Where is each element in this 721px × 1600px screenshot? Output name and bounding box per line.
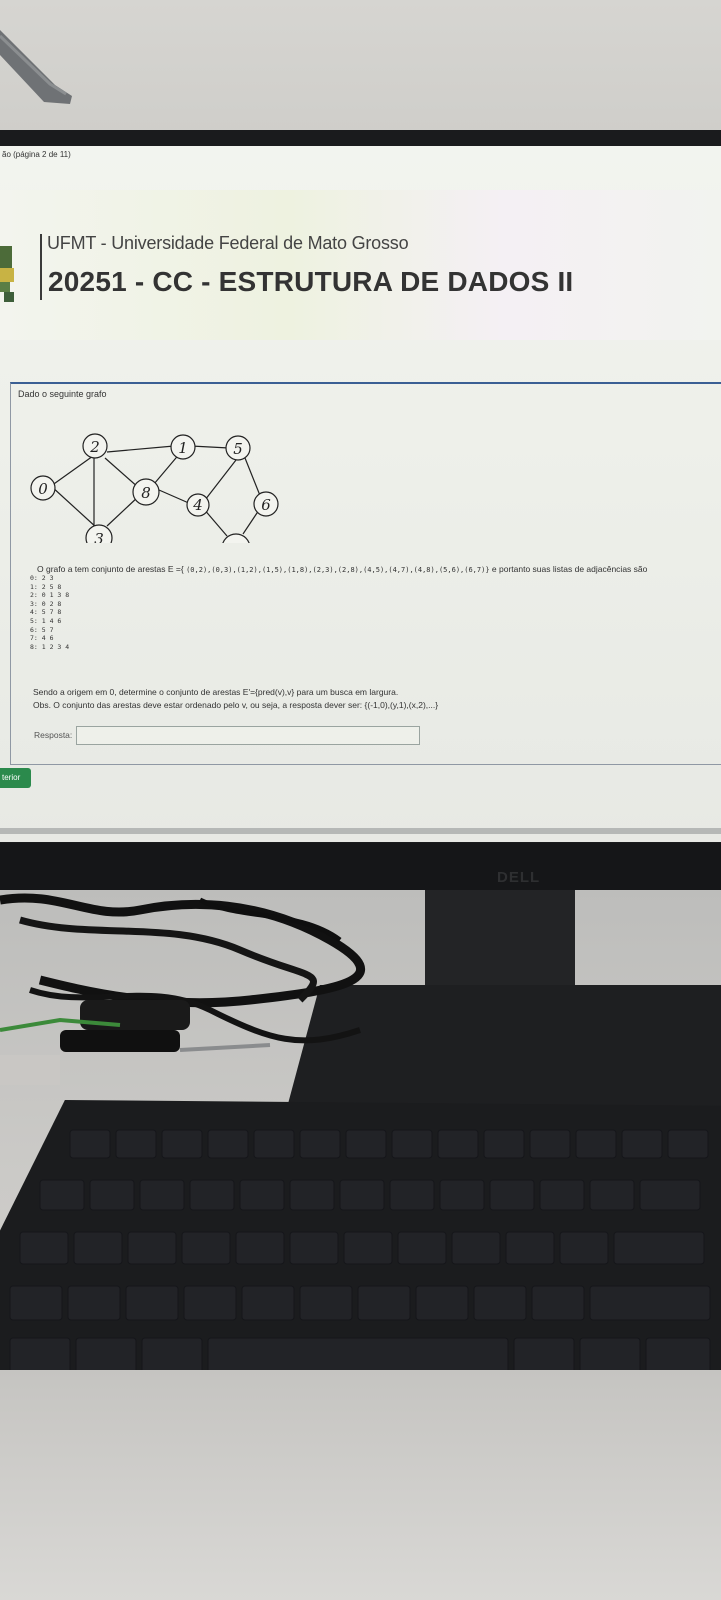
adjacency-lists: 0: 2 3 1: 2 5 8 2: 0 1 3 8 3: 0 2 8 4: 5…	[30, 574, 69, 651]
page-header	[0, 190, 721, 340]
cables	[0, 893, 366, 1085]
wall-hook	[0, 30, 72, 104]
node-label: 2	[89, 438, 100, 456]
question-box: Dado o seguinte grafo 0 2 3 1 8 4 5 6 O …	[10, 382, 721, 765]
edge-5-6	[244, 457, 262, 499]
node-label: 4	[192, 496, 203, 514]
adjacency-row: 8: 1 2 3 4	[30, 642, 70, 651]
adjacency-row: 6: 5 7	[30, 625, 54, 634]
edges-suffix: e portanto suas listas de adjacências sã…	[491, 564, 648, 574]
node-label: 3	[94, 530, 104, 543]
node-label: 8	[141, 484, 151, 502]
monitor-screen: ão (página 2 de 11) UFMT - Universidade …	[0, 146, 721, 842]
adjacency-row: 5: 1 4 6	[30, 616, 62, 625]
edge-2-1	[106, 445, 175, 453]
edge-3-8	[106, 495, 140, 527]
edge-0-2	[50, 455, 94, 487]
ordering-note: Obs. O conjunto das arestas deve estar o…	[33, 700, 439, 710]
graph-figure: 0 2 3 1 8 4 5 6 7	[30, 433, 279, 543]
desk-foreground	[0, 1370, 721, 1600]
node-label: 7	[231, 540, 241, 543]
node-label: 0	[38, 480, 48, 498]
node-label: 1	[178, 439, 188, 457]
edge-8-4	[158, 489, 192, 505]
answer-label: Resposta:	[34, 730, 73, 740]
adjacency-row: 7: 4 6	[30, 634, 54, 643]
course-title: 20251 - CC - ESTRUTURA DE DADOS II	[48, 266, 574, 297]
page-footer-bar	[0, 828, 721, 834]
header-divider	[40, 234, 42, 300]
wall	[0, 0, 721, 135]
keyboard-keys	[9, 1129, 711, 1375]
answer-input[interactable]	[76, 726, 420, 745]
question-intro: Dado o seguinte grafo	[18, 389, 107, 399]
edge-2-8	[104, 457, 140, 489]
university-logo	[0, 246, 14, 302]
adjacency-row: 4: 5 7 8	[30, 608, 62, 617]
edges-prefix: O grafo a tem conjunto de arestas E ={	[37, 564, 184, 574]
previous-page-button[interactable]: terior	[0, 768, 31, 788]
node-label: 6	[261, 496, 271, 514]
edges-description: O grafo a tem conjunto de arestas E ={ (…	[37, 564, 647, 574]
university-name: UFMT - Universidade Federal de Mato Gros…	[47, 233, 409, 253]
edge-1-5	[190, 445, 230, 449]
edge-4-5	[204, 459, 237, 501]
bfs-instruction: Sendo a origem em 0, determine o conjunt…	[33, 687, 399, 697]
adjacency-row: 3: 0 2 8	[30, 599, 62, 608]
adjacency-row: 0: 2 3	[30, 574, 54, 582]
node-label: 5	[233, 440, 243, 458]
adjacency-row: 2: 0 1 3 8	[30, 591, 70, 600]
browser-tab-title[interactable]: ão (página 2 de 11)	[2, 150, 71, 159]
edges-list: (0,2),(0,3),(1,2),(1,5),(1,8),(2,3),(2,8…	[186, 566, 490, 574]
adjacency-row: 1: 2 5 8	[30, 582, 62, 591]
edge-6-7	[242, 509, 260, 535]
edge-0-3	[50, 485, 98, 529]
